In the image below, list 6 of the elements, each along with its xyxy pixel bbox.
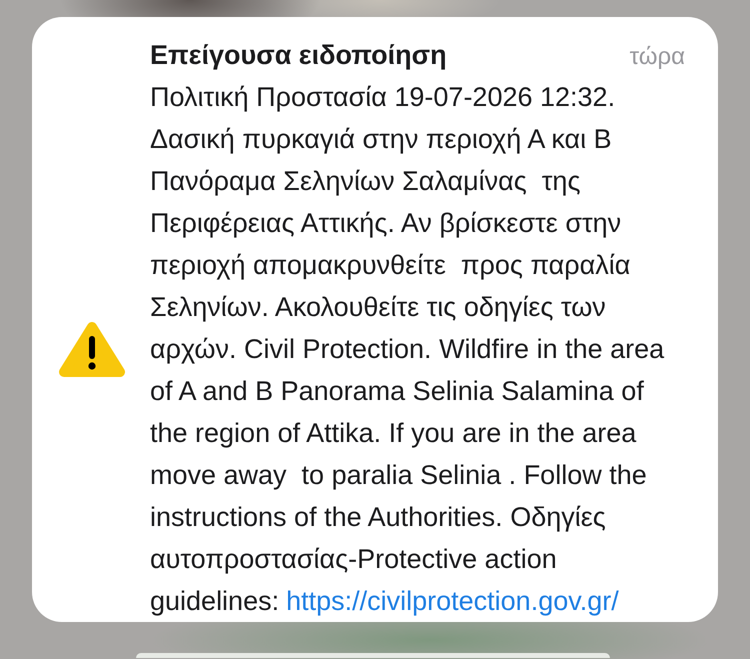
notification-title: Επείγουσα ειδοποίηση [150, 39, 447, 72]
warning-icon [59, 320, 125, 378]
timestamp: τώρα [630, 42, 685, 72]
link[interactable]: https://civilprotection.gov.gr/ [286, 586, 619, 616]
notification-card[interactable] [32, 17, 718, 622]
alert-message: Πολιτική Προστασία 19-07-2026 12:32. Δασική πυρκαγιά στην περιοχή Α και Β Πανόραμα Σεληνίων Σαλαμίνας της Περιφέρειας Αττικής. Αν βρίσκεστε στην περιοχή απομακρυνθείτε προς παραλία Σεληνίων. Ακολουθείτε τις οδηγίες των αρχών. Civil Protection. Wildfire in the area of A and B Panorama Selinia Salamina of the region of Attika. If you are in the area move away to paralia Selinia . Follow the instructions of the Authorities. Οδηγίες αυτοπροστασίας-Protective action guidelines: https://civilprotection.gov.gr/ [150, 81, 666, 618]
